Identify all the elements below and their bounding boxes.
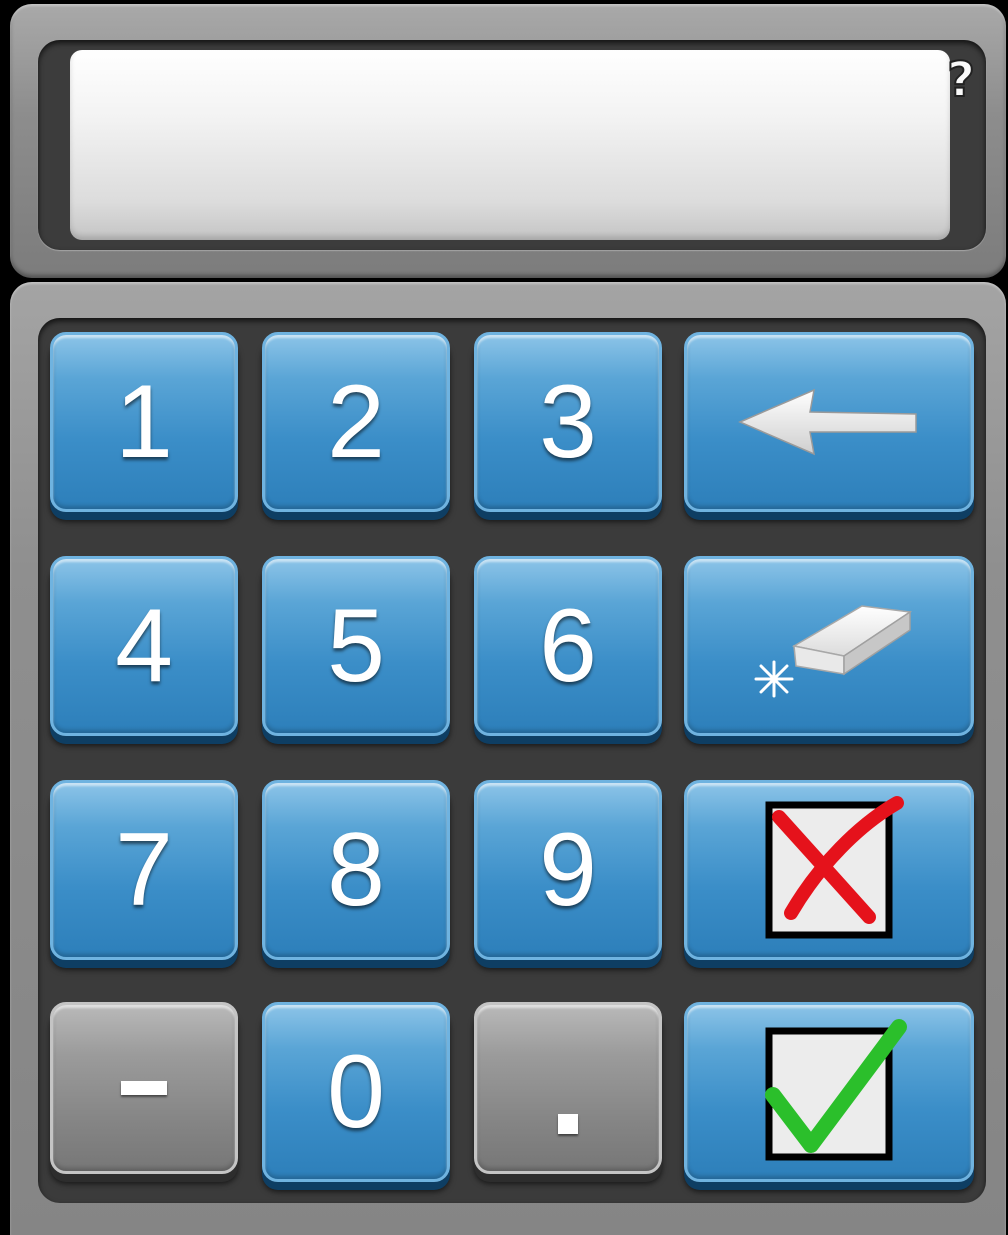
display-field[interactable] (70, 50, 950, 240)
key-8-button[interactable]: 8 (262, 780, 450, 960)
key-2-button[interactable]: 2 (262, 332, 450, 512)
key-3-label: 3 (539, 364, 597, 480)
key-8-label: 8 (327, 812, 385, 928)
key-7-label: 7 (115, 812, 173, 928)
minus-button[interactable] (50, 1002, 238, 1174)
confirm-button[interactable] (684, 1002, 974, 1182)
key-0-button[interactable]: 0 (262, 1002, 450, 1182)
help-icon[interactable]: ? (940, 50, 982, 110)
key-7-button[interactable]: 7 (50, 780, 238, 960)
key-4-label: 4 (115, 588, 173, 704)
key-5-label: 5 (327, 588, 385, 704)
clear-button[interactable] (684, 556, 974, 736)
backspace-button[interactable] (684, 332, 974, 512)
key-4-button[interactable]: 4 (50, 556, 238, 736)
key-3-button[interactable]: 3 (474, 332, 662, 512)
arrow-left-icon (734, 382, 924, 462)
key-9-button[interactable]: 9 (474, 780, 662, 960)
green-check-checkbox-icon (739, 1017, 919, 1167)
key-2-label: 2 (327, 364, 385, 480)
eraser-icon (734, 586, 924, 706)
dot-icon (558, 1114, 578, 1134)
key-0-label: 0 (327, 1034, 385, 1150)
minus-icon (121, 1081, 167, 1095)
decimal-button[interactable] (474, 1002, 662, 1174)
red-x-checkbox-icon (739, 795, 919, 945)
key-6-label: 6 (539, 588, 597, 704)
key-1-label: 1 (115, 364, 173, 480)
key-5-button[interactable]: 5 (262, 556, 450, 736)
key-1-button[interactable]: 1 (50, 332, 238, 512)
key-9-label: 9 (539, 812, 597, 928)
cancel-button[interactable] (684, 780, 974, 960)
key-6-button[interactable]: 6 (474, 556, 662, 736)
